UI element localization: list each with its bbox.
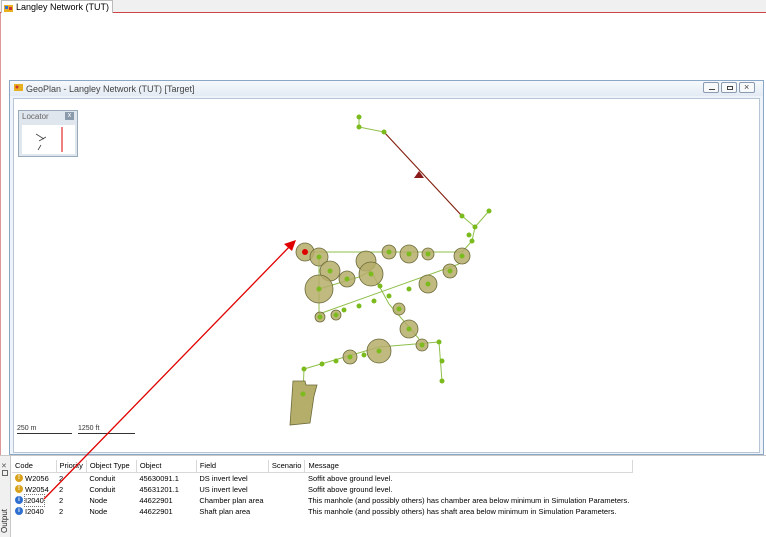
row-code: W2056 [25, 473, 49, 483]
scalebar-imperial-label: 1250 ft [78, 425, 100, 432]
row-object-type: Conduit [89, 473, 116, 483]
network-map[interactable] [14, 99, 761, 454]
row-scenario [268, 506, 305, 517]
scalebar-metric: 250 m [17, 424, 72, 434]
row-code: I2040 [24, 493, 45, 507]
row-message: Soffit above ground level. [307, 484, 393, 494]
row-code: W2054 [25, 484, 49, 494]
col-object[interactable]: Object [136, 460, 197, 473]
row-object-type: Node [89, 506, 108, 516]
col-code[interactable]: Code [12, 460, 57, 473]
document-tab-strip: Langley Network (TUT) [0, 0, 766, 13]
col-object-type[interactable]: Object Type [86, 460, 137, 473]
row-object: 44622901 [139, 495, 173, 505]
output-row-selected[interactable]: i I2040 2 Node 44622901 Chamber plan area… [12, 493, 632, 507]
col-message[interactable]: Message [304, 460, 633, 473]
info-icon: i [15, 507, 23, 515]
minimize-icon [709, 89, 715, 90]
map-canvas[interactable]: Locator x 250 m 1250 ft [13, 98, 760, 453]
minimize-button[interactable] [703, 82, 719, 93]
output-row[interactable]: ! W2054 2 Conduit 45631201.1 US invert le… [12, 484, 632, 495]
row-field: Shaft plan area [199, 506, 251, 516]
row-priority: 2 [59, 473, 64, 483]
output-row[interactable]: i I2040 2 Node 44622901 Shaft plan area T… [12, 506, 632, 517]
scalebar-imperial: 1250 ft [78, 424, 135, 434]
warning-icon: ! [15, 474, 23, 482]
row-object-type: Conduit [89, 484, 116, 494]
locator-close-button[interactable]: x [65, 112, 74, 120]
close-button[interactable]: × [739, 82, 755, 93]
network-icon [4, 3, 14, 12]
row-field: DS invert level [199, 473, 248, 483]
row-scenario [268, 472, 305, 484]
col-field[interactable]: Field [196, 460, 269, 473]
col-priority[interactable]: Priority [56, 460, 87, 473]
row-message: This manhole (and possibly others) has c… [307, 495, 630, 505]
restore-button[interactable] [721, 82, 737, 93]
dock-icon[interactable] [2, 470, 8, 476]
output-side-label: Output [0, 509, 9, 534]
row-code: I2040 [25, 506, 44, 516]
row-object: 45631201.1 [139, 484, 179, 494]
row-object-type: Node [89, 495, 108, 505]
row-scenario [268, 495, 305, 506]
row-priority: 2 [59, 495, 64, 505]
warning-icon: ! [15, 485, 23, 493]
info-icon: i [15, 496, 23, 504]
document-tab-label: Langley Network (TUT) [16, 1, 110, 12]
row-priority: 2 [59, 506, 64, 516]
app-window: Langley Network (TUT) GeoPlan - Langley … [0, 0, 766, 537]
restore-icon [727, 86, 733, 90]
close-icon: × [744, 82, 750, 92]
row-field: Chamber plan area [199, 495, 264, 505]
output-row[interactable]: ! W2056 2 Conduit 45630091.1 DS invert le… [12, 472, 632, 484]
output-side-tab[interactable]: ✕ Output [0, 456, 11, 537]
row-priority: 2 [59, 484, 64, 494]
pin-icon[interactable]: ✕ [1, 462, 7, 470]
row-field: US invert level [199, 484, 248, 494]
geoplan-window: GeoPlan - Langley Network (TUT) [Target]… [9, 80, 764, 455]
row-scenario [268, 484, 305, 495]
locator-panel[interactable]: Locator x [18, 110, 78, 157]
document-tab[interactable]: Langley Network (TUT) [1, 0, 114, 13]
row-object: 44622901 [139, 506, 173, 516]
mdi-workspace: GeoPlan - Langley Network (TUT) [Target]… [0, 13, 766, 455]
scalebar-metric-label: 250 m [17, 425, 37, 432]
locator-overview[interactable] [22, 125, 75, 154]
row-message: This manhole (and possibly others) has s… [307, 506, 617, 516]
geoplan-icon [14, 83, 23, 94]
col-scenario[interactable]: Scenario [268, 460, 306, 473]
selected-node-marker [302, 249, 308, 255]
geoplan-titlebar[interactable]: GeoPlan - Langley Network (TUT) [Target]… [10, 81, 763, 96]
row-message: Soffit above ground level. [307, 473, 393, 483]
geoplan-title: GeoPlan - Langley Network (TUT) [Target] [26, 83, 195, 94]
row-object: 45630091.1 [139, 473, 179, 483]
output-table-header: Code Priority Object Type Object Field S… [12, 460, 633, 473]
output-panel: ✕ Output Code Priority Object Type Objec… [0, 455, 766, 537]
output-table: Code Priority Object Type Object Field S… [12, 460, 633, 517]
